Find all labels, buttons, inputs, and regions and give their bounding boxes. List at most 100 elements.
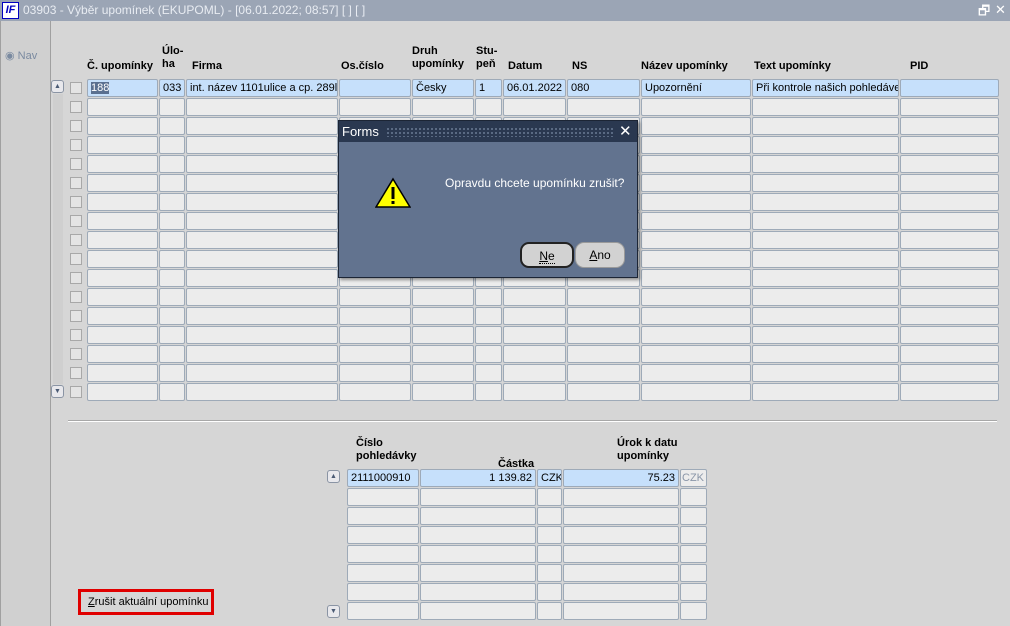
cell-c-upominky[interactable] [87,307,158,325]
cell-uloha[interactable] [159,174,185,192]
cell-pid[interactable] [900,345,999,363]
cell-mena[interactable] [537,602,562,620]
cell-nazev[interactable] [641,288,751,306]
cell-urok[interactable] [563,507,679,525]
cell-nazev[interactable] [641,231,751,249]
cell-castka[interactable]: 1 139.82 [420,469,536,487]
cell-datum[interactable] [503,307,566,325]
cell-c-upominky[interactable]: 188 [87,79,158,97]
cell-ns[interactable] [567,326,640,344]
scroll-up-button[interactable]: ▲ [327,470,340,483]
cell-uloha[interactable] [159,136,185,154]
row-checkbox[interactable] [70,82,82,94]
cell-castka[interactable] [420,526,536,544]
cell-uloha[interactable] [159,212,185,230]
cell-nazev[interactable] [641,269,751,287]
cell-castka[interactable] [420,545,536,563]
cell-ns[interactable] [567,288,640,306]
no-button[interactable]: Ne [520,242,574,268]
cell-text[interactable] [752,193,899,211]
row-checkbox[interactable] [70,177,82,189]
cell-pid[interactable] [900,174,999,192]
cell-text[interactable] [752,136,899,154]
cell-pid[interactable] [900,193,999,211]
cell-text[interactable] [752,250,899,268]
cell-os-cislo[interactable] [339,383,411,401]
cell-uloha[interactable] [159,155,185,173]
cell-castka[interactable] [420,583,536,601]
cell-druh[interactable] [412,307,474,325]
cell-text[interactable] [752,212,899,230]
cell-cislo-pohledavky[interactable]: 2111000910 [347,469,419,487]
cell-firma[interactable] [186,250,338,268]
cell-urok[interactable] [563,488,679,506]
cell-c-upominky[interactable] [87,136,158,154]
cell-nazev[interactable] [641,307,751,325]
cell-mena-urok[interactable] [680,507,707,525]
cell-text[interactable] [752,117,899,135]
cell-druh[interactable] [412,326,474,344]
cell-os-cislo[interactable] [339,326,411,344]
cell-os-cislo[interactable] [339,98,411,116]
cell-pid[interactable] [900,383,999,401]
cell-c-upominky[interactable] [87,250,158,268]
cell-firma[interactable]: int. název 1101ulice a cp. 289l [186,79,338,97]
cell-cislo-pohledavky[interactable] [347,602,419,620]
cell-urok[interactable] [563,602,679,620]
cell-castka[interactable] [420,564,536,582]
cell-firma[interactable] [186,155,338,173]
cell-c-upominky[interactable] [87,98,158,116]
cell-uloha[interactable] [159,288,185,306]
row-checkbox[interactable] [70,367,82,379]
cell-os-cislo[interactable] [339,345,411,363]
cell-firma[interactable] [186,307,338,325]
cell-uloha[interactable] [159,98,185,116]
cell-pid[interactable] [900,117,999,135]
cell-uloha[interactable] [159,383,185,401]
cell-druh[interactable]: Česky [412,79,474,97]
cell-datum[interactable] [503,326,566,344]
cell-uloha[interactable] [159,364,185,382]
row-checkbox[interactable] [70,101,82,113]
cell-pid[interactable] [900,155,999,173]
cell-uloha[interactable]: 033 [159,79,185,97]
cell-urok[interactable] [563,583,679,601]
yes-button[interactable]: Ano [575,242,625,268]
cell-cislo-pohledavky[interactable] [347,488,419,506]
cell-stupen[interactable]: 1 [475,79,502,97]
row-checkbox[interactable] [70,158,82,170]
row-checkbox[interactable] [70,215,82,227]
cell-ns[interactable]: 080 [567,79,640,97]
cell-datum[interactable]: 06.01.2022 [503,79,566,97]
cell-text[interactable] [752,364,899,382]
cell-os-cislo[interactable] [339,307,411,325]
cell-firma[interactable] [186,269,338,287]
cell-uloha[interactable] [159,326,185,344]
cell-ns[interactable] [567,345,640,363]
cell-uloha[interactable] [159,307,185,325]
cell-druh[interactable] [412,364,474,382]
cell-c-upominky[interactable] [87,193,158,211]
cell-firma[interactable] [186,288,338,306]
cell-cislo-pohledavky[interactable] [347,564,419,582]
cell-firma[interactable] [186,136,338,154]
cell-cislo-pohledavky[interactable] [347,583,419,601]
cell-pid[interactable] [900,269,999,287]
cell-text[interactable] [752,155,899,173]
cell-urok[interactable] [563,526,679,544]
row-checkbox[interactable] [70,253,82,265]
cell-nazev[interactable] [641,174,751,192]
scrollbar-track[interactable] [53,94,63,384]
cell-druh[interactable] [412,383,474,401]
cell-urok[interactable]: 75.23 [563,469,679,487]
cell-uloha[interactable] [159,193,185,211]
cell-stupen[interactable] [475,307,502,325]
cell-c-upominky[interactable] [87,269,158,287]
cell-mena[interactable] [537,545,562,563]
cell-firma[interactable] [186,193,338,211]
cell-mena[interactable] [537,564,562,582]
cell-ns[interactable] [567,383,640,401]
row-checkbox[interactable] [70,139,82,151]
cell-pid[interactable] [900,326,999,344]
cell-nazev[interactable] [641,155,751,173]
